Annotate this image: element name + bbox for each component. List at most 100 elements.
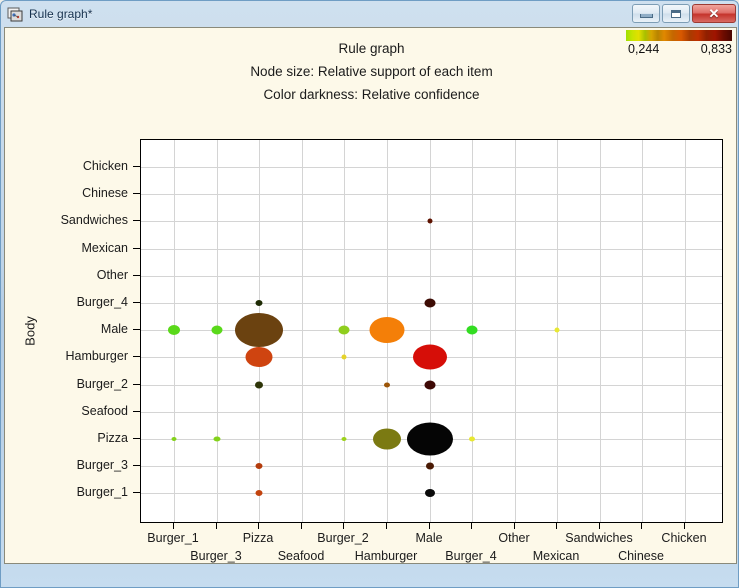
x-axis-tick [258, 523, 259, 529]
rule-node[interactable] [413, 344, 447, 370]
y-axis-tick [133, 356, 140, 357]
rule-node[interactable] [338, 325, 350, 335]
window-controls: ✕ [632, 4, 736, 23]
gridline-horizontal [141, 330, 722, 331]
plot-area[interactable] [140, 139, 723, 523]
y-axis-tick [133, 275, 140, 276]
y-axis-label: Seafood [81, 404, 128, 418]
y-axis-label: Pizza [97, 431, 128, 445]
x-axis-label: Burger_1 [147, 531, 199, 545]
gridline-horizontal [141, 412, 722, 413]
rule-node[interactable] [255, 381, 263, 389]
x-axis-label: Hamburger [354, 549, 418, 563]
rule-node[interactable] [554, 327, 560, 333]
x-axis-label: Burger_2 [317, 531, 369, 545]
graph-window-icon [7, 6, 23, 22]
close-button[interactable]: ✕ [692, 4, 736, 23]
gridline-horizontal [141, 167, 722, 168]
y-axis-tick [133, 329, 140, 330]
rule-node[interactable] [425, 489, 435, 497]
y-axis-title: Body [22, 316, 38, 346]
rule-node[interactable] [211, 325, 223, 335]
rule-node[interactable] [171, 437, 177, 441]
y-axis-tick [133, 220, 140, 221]
y-axis-tick [133, 411, 140, 412]
rule-node[interactable] [255, 463, 263, 469]
y-axis-tick [133, 166, 140, 167]
rule-node[interactable] [469, 436, 475, 442]
close-icon: ✕ [708, 6, 720, 21]
y-axis-tick [133, 193, 140, 194]
rule-node[interactable] [235, 313, 283, 347]
x-axis-tick [514, 523, 515, 529]
minimize-button[interactable] [632, 4, 660, 23]
x-axis-tick [599, 523, 600, 529]
maximize-button[interactable] [662, 4, 690, 23]
y-axis-tick [133, 465, 140, 466]
rule-node[interactable] [427, 218, 433, 224]
rule-node[interactable] [373, 428, 401, 450]
x-axis-tick [173, 523, 174, 529]
y-axis-tick [133, 492, 140, 493]
color-legend: 0,244 0,833 [626, 30, 732, 59]
chart-client-area: Rule graph Node size: Relative support o… [4, 27, 737, 564]
gridline-vertical [302, 140, 303, 522]
maximize-icon [671, 9, 681, 18]
rule-node[interactable] [424, 298, 436, 308]
rule-node[interactable] [407, 422, 453, 456]
x-axis-tick [216, 523, 217, 529]
x-axis-label: Chicken [661, 531, 707, 545]
x-axis-tick [301, 523, 302, 529]
rule-node[interactable] [213, 436, 221, 442]
rule-node[interactable] [245, 347, 273, 367]
gridline-horizontal [141, 194, 722, 195]
x-axis-tick [684, 523, 685, 529]
rule-node[interactable] [384, 382, 390, 388]
rule-node[interactable] [255, 490, 263, 496]
x-axis-label: Other [498, 531, 530, 545]
x-axis-tick [471, 523, 472, 529]
gridline-vertical [515, 140, 516, 522]
y-axis: Chicken Chinese Sandwiches Mexican Other Burg… [5, 28, 140, 563]
y-axis-label: Other [96, 268, 128, 282]
color-legend-labels: 0,244 0,833 [626, 41, 732, 59]
rule-node[interactable] [168, 325, 180, 335]
x-axis-label: Chinese [618, 549, 664, 563]
color-legend-gradient [626, 30, 732, 41]
gridline-vertical [642, 140, 643, 522]
rule-node[interactable] [341, 354, 347, 360]
y-axis-label: Burger_4 [76, 295, 128, 309]
rule-node[interactable] [369, 317, 405, 343]
gridline-vertical [685, 140, 686, 522]
rule-node[interactable] [255, 300, 263, 306]
gridline-vertical [600, 140, 601, 522]
x-axis-label: Seafood [277, 549, 325, 563]
x-axis-tick [429, 523, 430, 529]
y-axis-label: Hamburger [65, 349, 128, 363]
rule-node[interactable] [341, 437, 347, 441]
color-legend-min: 0,244 [628, 42, 660, 56]
y-axis-tick [133, 438, 140, 439]
y-axis-label: Burger_2 [76, 377, 128, 391]
y-axis-tick [133, 302, 140, 303]
y-axis-label: Burger_1 [76, 485, 128, 499]
title-bar[interactable]: Rule graph* ✕ [1, 1, 739, 26]
x-axis-label: Male [415, 531, 443, 545]
y-axis-label: Mexican [81, 241, 128, 255]
window-title: Rule graph* [29, 6, 93, 21]
gridline-horizontal [141, 249, 722, 250]
x-axis-label: Burger_4 [445, 549, 497, 563]
y-axis-label: Burger_3 [76, 458, 128, 472]
y-axis-label: Male [100, 322, 128, 336]
rule-node[interactable] [426, 462, 434, 470]
x-axis-tick [386, 523, 387, 529]
y-axis-label: Chinese [82, 186, 128, 200]
y-axis-tick [133, 248, 140, 249]
y-axis-label: Chicken [82, 159, 128, 173]
gridline-horizontal [141, 276, 722, 277]
rule-node[interactable] [424, 380, 436, 390]
color-legend-max: 0,833 [700, 42, 732, 56]
x-axis-tick [343, 523, 344, 529]
y-axis-label: Sandwiches [60, 213, 128, 227]
rule-node[interactable] [466, 325, 478, 335]
